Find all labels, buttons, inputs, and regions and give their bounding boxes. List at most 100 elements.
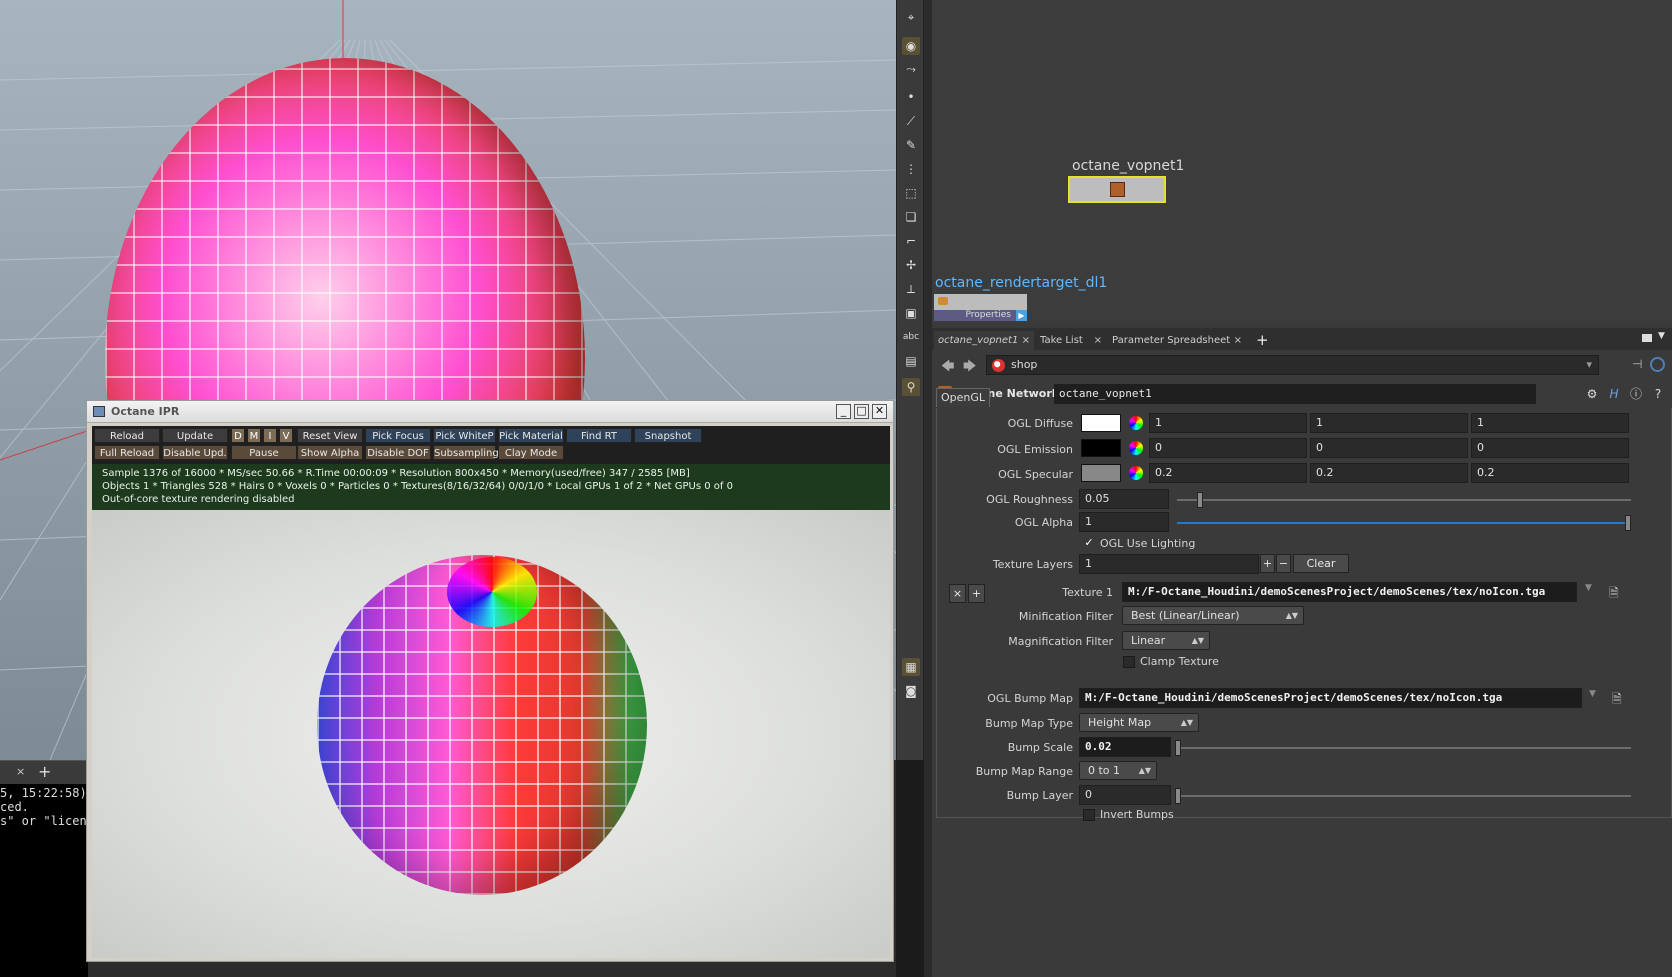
snapshot-icon[interactable]: ◙: [902, 682, 920, 700]
brush-icon[interactable]: ✎: [902, 136, 920, 154]
bump-scale-slider[interactable]: [1177, 747, 1631, 749]
subsampling-button[interactable]: Subsampling: [433, 445, 499, 460]
chevron-down-icon[interactable]: ▼: [1589, 689, 1596, 699]
clear-layers-button[interactable]: Clear: [1293, 554, 1349, 573]
reload-button[interactable]: Reload: [94, 428, 160, 443]
handle-icon[interactable]: ⟂: [902, 280, 920, 298]
tab-opengl[interactable]: OpenGL: [936, 388, 990, 407]
add-tab-icon[interactable]: +: [1256, 331, 1269, 349]
help-h-icon[interactable]: H: [1606, 386, 1622, 402]
file-chooser-icon[interactable]: 🗎: [1612, 690, 1626, 706]
bump-map-type-menu[interactable]: Height Map ▲▼: [1079, 713, 1199, 732]
grid-view-icon[interactable]: ▦: [902, 658, 920, 676]
ogl-emission-b[interactable]: 0: [1471, 438, 1629, 458]
edge-icon[interactable]: ⟋: [902, 112, 920, 130]
ogl-roughness-slider[interactable]: [1177, 499, 1631, 501]
add-layer-button[interactable]: +: [1260, 554, 1275, 573]
ogl-diffuse-swatch[interactable]: [1081, 414, 1121, 432]
ogl-emission-g[interactable]: 0: [1310, 438, 1468, 458]
play-icon[interactable]: ▶: [1016, 310, 1027, 321]
network-editor[interactable]: octane_vopnet1 octane_rendertarget_dl1 P…: [932, 0, 1672, 322]
reset-view-button[interactable]: Reset View: [297, 428, 363, 443]
clay-mode-button[interactable]: Clay Mode: [498, 445, 564, 460]
path-field[interactable]: shop ▾: [986, 355, 1599, 375]
bump-map-path-field[interactable]: M:/F-Octane_Houdini/demoScenesProject/de…: [1079, 688, 1582, 708]
transform-icon[interactable]: ✢: [902, 256, 920, 274]
ogl-alpha-field[interactable]: 1: [1079, 512, 1169, 532]
ogl-diffuse-r[interactable]: 1: [1149, 413, 1307, 433]
min-filter-menu[interactable]: Best (Linear/Linear) ▲▼: [1122, 606, 1304, 625]
close-icon[interactable]: ×: [16, 765, 25, 778]
slider-handle[interactable]: [1197, 492, 1203, 508]
maximize-icon[interactable]: □: [854, 404, 869, 419]
lighting-icon[interactable]: ⚲: [902, 378, 920, 396]
show-alpha-button[interactable]: Show Alpha: [297, 445, 363, 460]
color-wheel-icon[interactable]: [1129, 466, 1143, 480]
tab-parameter-spreadsheet[interactable]: Parameter Spreadsheet ×: [1108, 331, 1246, 350]
ogl-diffuse-g[interactable]: 1: [1310, 413, 1468, 433]
d-toggle-button[interactable]: D: [231, 428, 245, 443]
ogl-diffuse-b[interactable]: 1: [1471, 413, 1629, 433]
text-label-icon[interactable]: abc: [902, 328, 920, 346]
pause-button[interactable]: Pause: [231, 445, 297, 460]
camera-icon[interactable]: ⌖: [902, 8, 920, 26]
point-icon[interactable]: •: [902, 88, 920, 106]
update-button[interactable]: Update: [162, 428, 228, 443]
ogl-specular-g[interactable]: 0.2: [1310, 463, 1468, 483]
m-toggle-button[interactable]: M: [247, 428, 261, 443]
bump-map-range-menu[interactable]: 0 to 1 ▲▼: [1079, 761, 1157, 780]
use-lighting-checkbox[interactable]: ✓: [1083, 537, 1095, 549]
normals-icon[interactable]: ⬚: [902, 184, 920, 202]
tab-take-list[interactable]: Take List ×: [1036, 331, 1106, 350]
ogl-emission-r[interactable]: 0: [1149, 438, 1307, 458]
info-icon[interactable]: ⓘ: [1628, 386, 1644, 402]
display-options-icon[interactable]: ◉: [902, 37, 920, 55]
layers-icon[interactable]: ❏: [902, 208, 920, 226]
slider-handle[interactable]: [1175, 788, 1181, 804]
invert-bumps-checkbox[interactable]: [1083, 809, 1095, 821]
slider-handle[interactable]: [1625, 515, 1631, 531]
ogl-emission-swatch[interactable]: [1081, 439, 1121, 457]
close-icon[interactable]: ×: [1022, 331, 1030, 350]
disable-dof-button[interactable]: Disable DOF: [365, 445, 431, 460]
mag-filter-menu[interactable]: Linear ▲▼: [1122, 631, 1210, 650]
color-wheel-icon[interactable]: [1129, 416, 1143, 430]
gear-icon[interactable]: ⚙: [1584, 386, 1600, 402]
texture1-path-field[interactable]: M:/F-Octane_Houdini/demoScenesProject/de…: [1122, 582, 1577, 602]
chevron-down-icon[interactable]: ▼: [1658, 331, 1665, 341]
snapshot-button[interactable]: Snapshot: [634, 428, 702, 443]
python-console[interactable]: 5, 15:22:58) ced. s" or "licens: [0, 784, 88, 977]
forward-icon[interactable]: 🡆: [963, 357, 976, 379]
pane-layout-icon[interactable]: [1642, 334, 1652, 342]
pane-divider[interactable]: [924, 0, 932, 977]
node-rendertarget[interactable]: Properties ▶: [934, 294, 1027, 321]
close-icon[interactable]: ✕: [872, 404, 887, 419]
background-image-icon[interactable]: ▤: [902, 352, 920, 370]
full-reload-button[interactable]: Full Reload: [94, 445, 160, 460]
ogl-specular-b[interactable]: 0.2: [1471, 463, 1629, 483]
minimize-icon[interactable]: _: [836, 404, 851, 419]
help-icon[interactable]: ?: [1650, 386, 1666, 402]
remove-instance-button[interactable]: ×: [949, 584, 966, 603]
ogl-specular-r[interactable]: 0.2: [1149, 463, 1307, 483]
remove-layer-button[interactable]: −: [1276, 554, 1291, 573]
texture-layers-field[interactable]: 1: [1079, 554, 1259, 574]
tab-octane-vopnet[interactable]: octane_vopnet1 ×: [934, 331, 1034, 350]
bump-layer-slider[interactable]: [1177, 795, 1631, 797]
pin-icon[interactable]: ⊣: [1632, 357, 1642, 371]
node-octane-vopnet[interactable]: [1068, 176, 1166, 203]
link-icon[interactable]: [1650, 357, 1665, 372]
snapping-icon[interactable]: ⤳: [902, 60, 920, 78]
disable-update-button[interactable]: Disable Upd.: [162, 445, 228, 460]
add-tab-icon[interactable]: +: [38, 762, 51, 781]
find-rt-button[interactable]: Find RT: [566, 428, 632, 443]
chevron-down-icon[interactable]: ▼: [1585, 583, 1592, 593]
color-wheel-icon[interactable]: [1129, 441, 1143, 455]
v-toggle-button[interactable]: V: [279, 428, 293, 443]
pick-focus-button[interactable]: Pick Focus: [365, 428, 431, 443]
pick-whitepoint-button[interactable]: Pick WhiteP: [433, 428, 496, 443]
file-chooser-icon[interactable]: 🗎: [1609, 584, 1623, 600]
wireframe-icon[interactable]: ▣: [902, 304, 920, 322]
chevron-down-icon[interactable]: ▾: [1586, 356, 1592, 374]
ogl-roughness-field[interactable]: 0.05: [1079, 489, 1169, 509]
